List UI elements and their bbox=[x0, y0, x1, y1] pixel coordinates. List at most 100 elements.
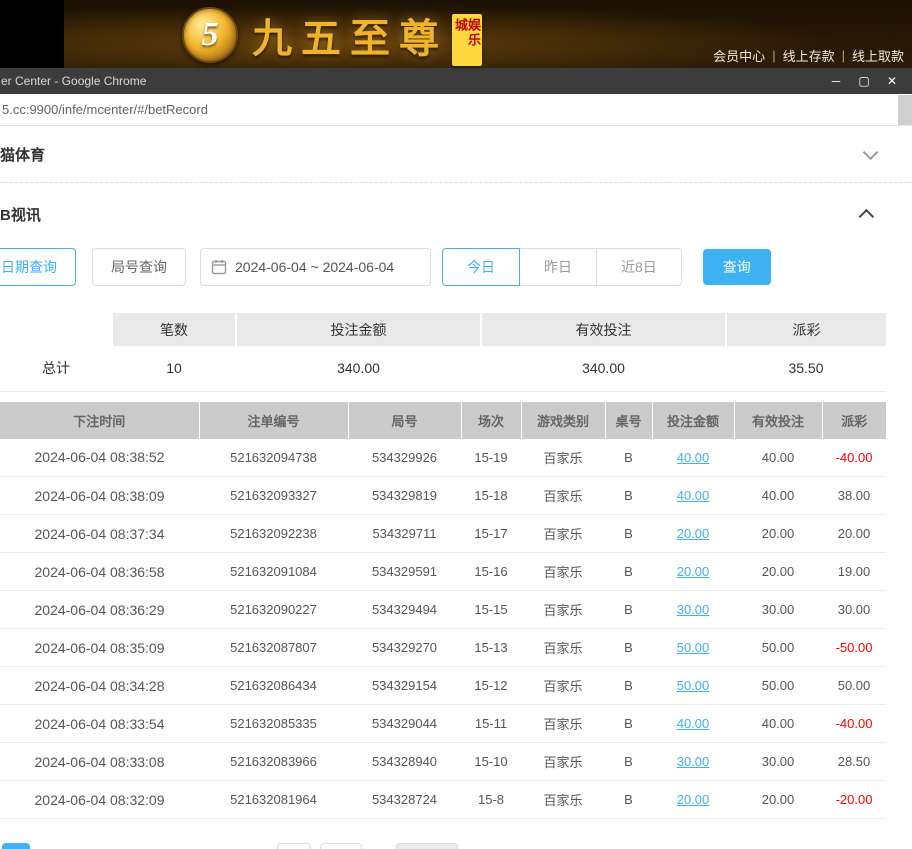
bet-amount-link[interactable]: 50.00 bbox=[677, 640, 710, 655]
cell-table_no: B bbox=[605, 666, 652, 705]
cell-game: 百家乐 bbox=[521, 742, 605, 781]
cell-table_no: B bbox=[605, 476, 652, 515]
cell-time: 2024-06-04 08:36:58 bbox=[0, 552, 199, 591]
cell-session: 15-8 bbox=[461, 780, 521, 819]
cell-time: 2024-06-04 08:32:09 bbox=[0, 780, 199, 819]
table-row: 2024-06-04 08:38:09 521632093327 534329819… bbox=[0, 476, 886, 515]
summary-total-bet: 340.00 bbox=[236, 346, 481, 392]
cell-time: 2024-06-04 08:34:28 bbox=[0, 666, 199, 705]
col-header-round: 局号 bbox=[347, 401, 461, 439]
table-row: 2024-06-04 08:33:54 521632085335 534329044… bbox=[0, 704, 886, 743]
minimize-icon[interactable]: ─ bbox=[822, 74, 850, 88]
cell-order_no: 521632093327 bbox=[199, 476, 348, 515]
site-header: 5 九五至尊 娱乐城 会员中心 | 线上存款 | 线上取款 bbox=[0, 0, 912, 68]
date-range-value: 2024-06-04 ~ 2024-06-04 bbox=[235, 259, 395, 275]
cell-order_no: 521632092238 bbox=[199, 514, 348, 553]
nav-separator: | bbox=[772, 48, 776, 63]
scrollbar-thumb[interactable] bbox=[898, 95, 912, 125]
url-bar[interactable]: 5.cc:9900/infe/mcenter/#/betRecord bbox=[0, 94, 912, 126]
close-icon[interactable]: ✕ bbox=[878, 74, 906, 88]
logo-badge: 娱乐城 bbox=[452, 14, 482, 66]
summary-total-row: 总计 10 340.00 340.00 35.50 bbox=[0, 346, 886, 392]
cell-order_no: 521632085335 bbox=[199, 704, 348, 743]
window-controls: ─ ▢ ✕ bbox=[822, 74, 912, 88]
bet-table-header-row: 下注时间 注单编号 局号 场次 游戏类别 桌号 投注金额 有效投注 派彩 bbox=[0, 401, 886, 439]
filter-toolbar: 日期查询 局号查询 2024-06-04 ~ 2024-06-04 今日 昨日 … bbox=[0, 247, 912, 287]
cell-round_no: 534329494 bbox=[348, 590, 461, 629]
cell-order_no: 521632083966 bbox=[199, 742, 348, 781]
nav-separator: | bbox=[841, 48, 845, 63]
cell-payout: -20.00 bbox=[822, 780, 886, 819]
pagination-next-button[interactable] bbox=[396, 843, 458, 849]
table-row: 2024-06-04 08:36:29 521632090227 534329494… bbox=[0, 590, 886, 629]
yesterday-button[interactable]: 昨日 bbox=[519, 248, 597, 286]
search-button[interactable]: 查询 bbox=[702, 249, 771, 285]
cell-session: 15-17 bbox=[461, 514, 521, 553]
summary-table: 笔数 投注金额 有效投注 派彩 总计 10 340.00 340.00 35.5… bbox=[0, 313, 886, 392]
cell-game: 百家乐 bbox=[521, 704, 605, 743]
cell-session: 15-19 bbox=[461, 438, 521, 477]
cell-payout: -40.00 bbox=[822, 438, 886, 477]
cell-order_no: 521632086434 bbox=[199, 666, 348, 705]
nav-online-deposit[interactable]: 线上存款 bbox=[783, 46, 835, 65]
summary-header-blank bbox=[0, 313, 112, 346]
cell-bet: 20.00 bbox=[652, 780, 734, 819]
coin-number: 5 bbox=[201, 16, 219, 53]
bet-amount-link[interactable]: 40.00 bbox=[677, 488, 710, 503]
nav-online-withdraw[interactable]: 线上取款 bbox=[852, 46, 904, 65]
cell-session: 15-13 bbox=[461, 628, 521, 667]
cell-game: 百家乐 bbox=[521, 438, 605, 477]
date-range-input[interactable]: 2024-06-04 ~ 2024-06-04 bbox=[200, 248, 431, 286]
bet-amount-link[interactable]: 30.00 bbox=[677, 602, 710, 617]
site-logo[interactable]: 5 九五至尊 娱乐城 bbox=[182, 4, 482, 66]
bet-amount-link[interactable]: 40.00 bbox=[677, 716, 710, 731]
last8days-button[interactable]: 近8日 bbox=[596, 248, 682, 286]
bet-amount-link[interactable]: 50.00 bbox=[677, 678, 710, 693]
nav-member-center[interactable]: 会员中心 bbox=[713, 46, 765, 65]
summary-header-valid: 有效投注 bbox=[480, 313, 726, 346]
cell-bet: 50.00 bbox=[652, 666, 734, 705]
cell-table_no: B bbox=[605, 628, 652, 667]
summary-header-payout: 派彩 bbox=[725, 313, 886, 346]
cell-time: 2024-06-04 08:36:29 bbox=[0, 590, 199, 629]
summary-header-row: 笔数 投注金额 有效投注 派彩 bbox=[0, 313, 886, 346]
cell-time: 2024-06-04 08:33:08 bbox=[0, 742, 199, 781]
cell-time: 2024-06-04 08:33:54 bbox=[0, 704, 199, 743]
cell-time: 2024-06-04 08:38:52 bbox=[0, 438, 199, 477]
bet-amount-link[interactable]: 20.00 bbox=[677, 792, 710, 807]
section-bb-video[interactable]: B视讯 bbox=[0, 183, 912, 245]
section-panda-sports[interactable]: 猫体育 bbox=[0, 126, 912, 183]
maximize-icon[interactable]: ▢ bbox=[850, 74, 878, 88]
cell-valid: 30.00 bbox=[734, 590, 822, 629]
cell-bet: 40.00 bbox=[652, 704, 734, 743]
cell-order_no: 521632081964 bbox=[199, 780, 348, 819]
bet-amount-link[interactable]: 20.00 bbox=[677, 564, 710, 579]
cell-payout: 20.00 bbox=[822, 514, 886, 553]
quick-range-group: 今日 昨日 近8日 bbox=[442, 248, 682, 286]
cell-game: 百家乐 bbox=[521, 514, 605, 553]
cell-payout: 38.00 bbox=[822, 476, 886, 515]
chevron-down-icon[interactable] bbox=[862, 144, 879, 160]
chrome-titlebar[interactable]: er Center - Google Chrome ─ ▢ ✕ bbox=[0, 68, 912, 94]
cell-table_no: B bbox=[605, 704, 652, 743]
cell-session: 15-18 bbox=[461, 476, 521, 515]
bet-amount-link[interactable]: 20.00 bbox=[677, 526, 710, 541]
cell-round_no: 534329711 bbox=[348, 514, 461, 553]
today-button[interactable]: 今日 bbox=[442, 248, 520, 286]
cell-order_no: 521632090227 bbox=[199, 590, 348, 629]
round-query-button[interactable]: 局号查询 bbox=[92, 248, 186, 286]
bet-amount-link[interactable]: 40.00 bbox=[677, 450, 710, 465]
pagination-page-button[interactable] bbox=[277, 843, 311, 849]
cell-table_no: B bbox=[605, 438, 652, 477]
cell-round_no: 534329591 bbox=[348, 552, 461, 591]
pagination-page-button[interactable] bbox=[320, 843, 362, 849]
bet-amount-link[interactable]: 30.00 bbox=[677, 754, 710, 769]
pagination-current-page-button[interactable] bbox=[2, 843, 30, 849]
coin-logo-icon: 5 bbox=[182, 7, 238, 63]
cell-valid: 50.00 bbox=[734, 666, 822, 705]
table-row: 2024-06-04 08:37:34 521632092238 534329711… bbox=[0, 514, 886, 553]
table-row: 2024-06-04 08:38:52 521632094738 534329926… bbox=[0, 438, 886, 477]
date-query-button[interactable]: 日期查询 bbox=[0, 248, 76, 286]
chevron-up-icon[interactable] bbox=[858, 208, 875, 224]
cell-order_no: 521632094738 bbox=[199, 438, 348, 477]
